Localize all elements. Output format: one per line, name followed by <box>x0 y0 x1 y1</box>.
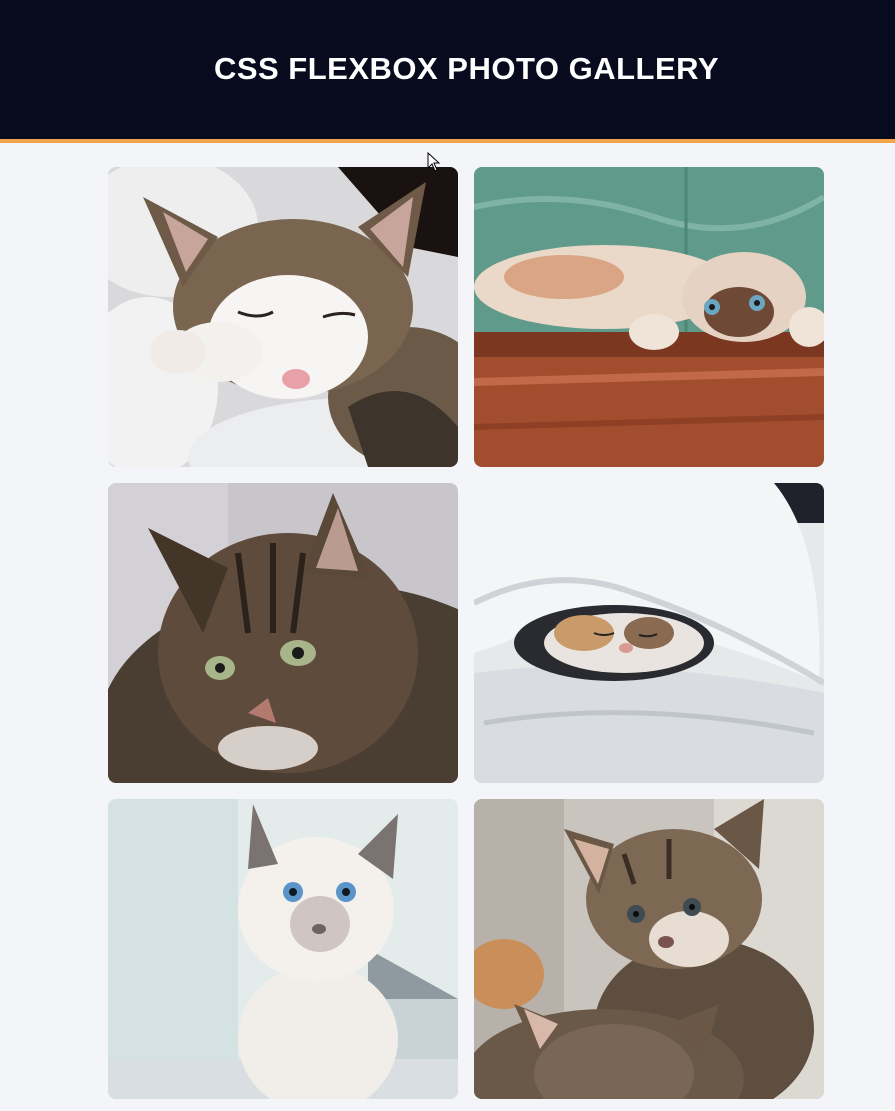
gallery-photo-5[interactable] <box>108 799 458 1099</box>
two-kittens-image <box>474 799 824 1099</box>
sleeping-cat-image <box>108 167 458 467</box>
gallery-photo-4[interactable] <box>474 483 824 783</box>
cat-under-duvet-image <box>474 483 824 783</box>
page-header: CSS FLEXBOX PHOTO GALLERY <box>0 0 895 143</box>
gallery-photo-1[interactable] <box>108 167 458 467</box>
gallery-photo-3[interactable] <box>108 483 458 783</box>
cat-on-floor-image <box>474 167 824 467</box>
gallery-photo-6[interactable] <box>474 799 824 1099</box>
photo-gallery <box>108 167 824 1099</box>
white-kitten-image <box>108 799 458 1099</box>
tabby-cat-image <box>108 483 458 783</box>
mouse-cursor-icon <box>427 152 441 172</box>
page-title: CSS FLEXBOX PHOTO GALLERY <box>213 50 720 86</box>
gallery-photo-2[interactable] <box>474 167 824 467</box>
